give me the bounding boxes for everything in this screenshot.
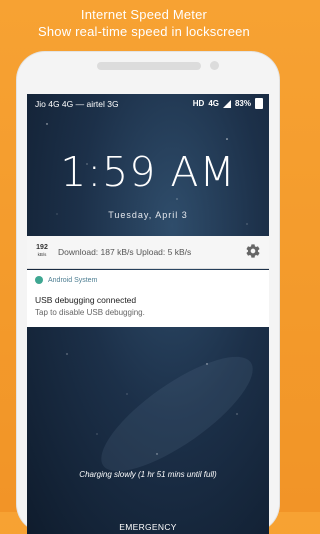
promo-subtitle: Show real-time speed in lockscreen — [37, 24, 250, 39]
hd-badge: HD — [192, 99, 205, 108]
notification-app-row: Android System — [35, 276, 97, 284]
notification-body: Tap to disable USB debugging. — [35, 308, 145, 317]
promo-title: Internet Speed Meter — [80, 7, 208, 22]
battery-icon — [255, 98, 263, 109]
network-label: 4G — [208, 99, 219, 108]
clock-time: 1:59 AM — [60, 148, 236, 196]
system-icons: HD 4G 83% — [193, 98, 263, 109]
gear-icon[interactable] — [245, 243, 261, 259]
notification-title: USB debugging connected — [35, 295, 137, 305]
lock-screen: Jio 4G 4G — airtel 3G HD 4G 83% 1:59 AM … — [27, 94, 269, 534]
status-bar: Jio 4G 4G — airtel 3G HD 4G 83% — [27, 94, 269, 114]
charging-status: Charging slowly (1 hr 51 mins until full… — [79, 470, 217, 479]
clock-date: Tuesday, April 3 — [108, 210, 188, 220]
speed-badge: 192 kB/s — [33, 244, 51, 257]
speed-notification[interactable]: 192 kB/s Download: 187 kB/s Upload: 5 kB… — [27, 236, 269, 269]
promo-header: Internet Speed Meter Show real-time spee… — [0, 6, 288, 40]
emergency-button[interactable]: EMERGENCY — [27, 522, 269, 532]
notification-app-name: Android System — [48, 276, 98, 284]
android-icon — [35, 276, 43, 284]
front-camera — [210, 61, 219, 70]
battery-percent: 83% — [234, 99, 251, 108]
phone-frame: Jio 4G 4G — airtel 3G HD 4G 83% 1:59 AM … — [17, 52, 279, 534]
speed-text: Download: 187 kB/s Upload: 5 kB/s — [58, 247, 192, 257]
carrier-label: Jio 4G 4G — airtel 3G — [35, 99, 119, 109]
signal-icon — [222, 99, 231, 108]
speed-badge-value: 192 — [36, 244, 48, 251]
speaker-grille — [97, 62, 201, 70]
speed-badge-unit: kB/s — [37, 252, 47, 257]
usb-debugging-notification[interactable]: Android System USB debugging connected T… — [27, 270, 269, 327]
